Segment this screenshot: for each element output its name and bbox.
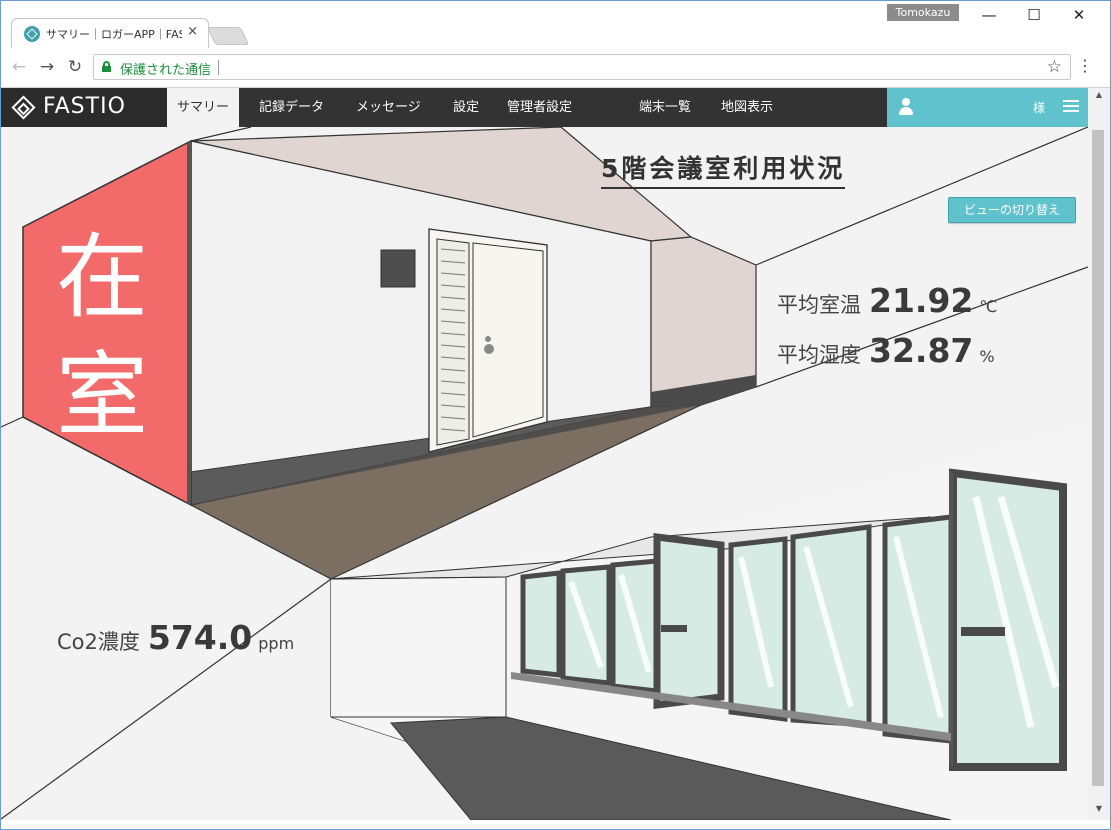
co2-value: 574.0 xyxy=(147,618,253,657)
fastio-logo-icon xyxy=(11,95,36,120)
scroll-down-arrow-icon[interactable]: ▼ xyxy=(1088,804,1110,818)
user-honorific: 様 xyxy=(1033,101,1046,115)
occupancy-status: 在 室 xyxy=(55,224,148,449)
close-window-button[interactable]: ✕ xyxy=(1064,5,1094,25)
page-title: 5階会議室利用状況 xyxy=(601,149,846,189)
summary-content: 在 室 5階会議室利用状況 ビューの切り替え 平均室温 21.92 ℃ 平均湿度 32… xyxy=(1,127,1088,820)
back-button[interactable]: ← xyxy=(8,56,30,78)
avg-temperature: 平均室温 21.92 ℃ xyxy=(777,281,997,320)
nav-records[interactable]: 記録データ xyxy=(249,88,334,127)
list-menu-icon[interactable] xyxy=(1063,99,1079,113)
secure-label: 保護された通信 xyxy=(120,63,212,78)
browser-menu-icon[interactable]: ⋮ xyxy=(1077,56,1093,75)
scroll-up-arrow-icon[interactable]: ▲ xyxy=(1088,90,1110,104)
forward-button[interactable]: → xyxy=(36,56,58,78)
new-tab-button[interactable] xyxy=(206,27,250,45)
nav-admin-settings[interactable]: 管理者設定 xyxy=(497,88,582,127)
app-header: FASTIO サマリー 記録データ メッセージ 設定 管理者設定 端末一覧 地図… xyxy=(1,88,1088,127)
omnibox-separator xyxy=(218,60,219,75)
address-bar[interactable]: 保護された通信 ☆ xyxy=(93,54,1071,80)
co2-concentration: Co2濃度 574.0 ppm xyxy=(57,618,294,657)
browser-toolbar: ← → ↻ 保護された通信 ☆ ⋮ xyxy=(1,48,1110,88)
co2-unit: ppm xyxy=(258,634,295,653)
avg-temperature-unit: ℃ xyxy=(979,297,998,316)
co2-label: Co2濃度 xyxy=(57,630,140,654)
avg-humidity-label: 平均湿度 xyxy=(777,343,861,367)
fastio-favicon-icon xyxy=(24,26,40,42)
bookmark-star-icon[interactable]: ☆ xyxy=(1047,57,1062,77)
scroll-thumb[interactable] xyxy=(1092,130,1104,786)
browser-tab[interactable]: サマリー｜ロガーAPP｜FASTIO × xyxy=(11,18,209,48)
tab-title: サマリー｜ロガーAPP｜FASTIO xyxy=(46,28,182,41)
user-area: 様 xyxy=(887,88,1088,127)
avg-humidity-unit: % xyxy=(979,347,995,366)
person-icon[interactable] xyxy=(899,98,913,116)
page-scrollbar[interactable]: ▲ ▼ xyxy=(1088,88,1110,820)
lock-icon xyxy=(102,61,111,72)
view-toggle-button[interactable]: ビューの切り替え xyxy=(948,197,1076,223)
maximize-button[interactable]: ☐ xyxy=(1019,5,1049,25)
avg-humidity-value: 32.87 xyxy=(869,331,974,370)
nav-summary[interactable]: サマリー xyxy=(167,88,240,127)
logo-text: FASTIO xyxy=(43,94,126,119)
nav-settings[interactable]: 設定 xyxy=(443,88,489,127)
reload-button[interactable]: ↻ xyxy=(64,56,86,78)
browser-window: サマリー｜ロガーAPP｜FASTIO × Tomokazu — ☐ ✕ ← → … xyxy=(0,0,1111,830)
tab-close-icon[interactable]: × xyxy=(187,24,198,39)
avg-temperature-label: 平均室温 xyxy=(777,293,861,317)
logo[interactable]: FASTIO xyxy=(1,88,167,127)
minimize-button[interactable]: — xyxy=(974,5,1004,25)
avg-temperature-value: 21.92 xyxy=(869,281,974,320)
nav-messages[interactable]: メッセージ xyxy=(346,88,431,127)
nav-map[interactable]: 地図表示 xyxy=(711,88,783,127)
tab-strip: サマリー｜ロガーAPP｜FASTIO × Tomokazu — ☐ ✕ xyxy=(1,1,1110,48)
avg-humidity: 平均湿度 32.87% xyxy=(777,331,995,370)
nav-devices[interactable]: 端末一覧 xyxy=(629,88,701,127)
profile-badge[interactable]: Tomokazu xyxy=(887,4,959,21)
